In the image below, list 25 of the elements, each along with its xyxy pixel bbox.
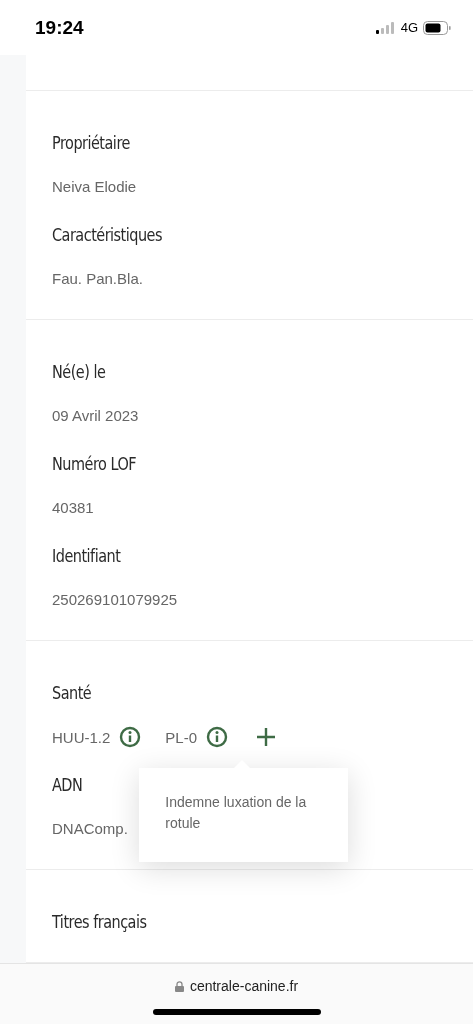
signal-icon bbox=[375, 21, 396, 34]
health-code: HUU-1.2 bbox=[52, 728, 111, 746]
field-value: Neiva Elodie bbox=[52, 177, 137, 197]
battery-icon bbox=[423, 20, 451, 35]
lock-icon bbox=[174, 980, 184, 992]
field-value: 250269101079925 bbox=[52, 590, 178, 610]
field-value: 40381 bbox=[52, 498, 94, 518]
field-value: DNAComp. bbox=[52, 819, 128, 839]
field-label: Titres français bbox=[52, 911, 147, 934]
field-label: Identifiant bbox=[52, 545, 121, 568]
url-text[interactable]: centrale-canine.fr bbox=[189, 978, 299, 994]
health-code: PL-0 bbox=[165, 728, 198, 746]
info-icon[interactable] bbox=[119, 726, 142, 748]
field-label: Né(e) le bbox=[52, 361, 106, 384]
status-time: 19:24 bbox=[35, 16, 84, 39]
field-label: Propriétaire bbox=[52, 132, 130, 155]
field-label: Santé bbox=[52, 682, 92, 705]
field-label: ADN bbox=[52, 774, 83, 797]
info-icon[interactable] bbox=[206, 726, 229, 748]
field-label: Numéro LOF bbox=[52, 453, 137, 476]
field-value: 09 Avril 2023 bbox=[52, 406, 139, 426]
add-icon[interactable] bbox=[256, 727, 277, 747]
network-label: 4G bbox=[400, 20, 418, 35]
field-label: Caractéristiques bbox=[52, 224, 162, 247]
field-value: Fau. Pan.Bla. bbox=[52, 269, 143, 289]
